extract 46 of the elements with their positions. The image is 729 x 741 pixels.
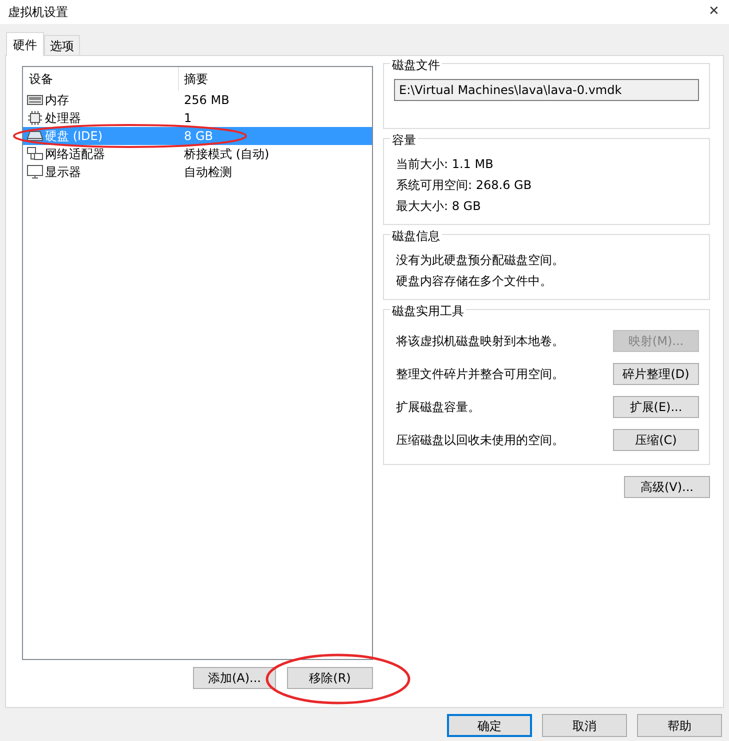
- chip-icon: [27, 111, 43, 125]
- utility-description: 压缩磁盘以回收未使用的空间。: [396, 432, 564, 448]
- close-button[interactable]: ✕: [699, 1, 729, 23]
- ok-button[interactable]: 确定: [447, 714, 532, 737]
- utility-button[interactable]: 扩展(E)...: [613, 396, 699, 418]
- info-text: 没有为此硬盘预分配磁盘空间。: [395, 252, 565, 268]
- window-title: 虚拟机设置: [8, 4, 68, 21]
- capacity-text: 当前大小: 1.1 MB: [395, 156, 494, 172]
- advanced-button[interactable]: 高级(V)...: [624, 476, 710, 498]
- info-text: 硬盘内容存储在多个文件中。: [395, 272, 553, 290]
- group-title: 磁盘文件: [390, 56, 442, 74]
- device-row[interactable]: 处理器 1: [23, 109, 372, 127]
- utility-description: 整理文件碎片并整合可用空间。: [396, 366, 564, 382]
- device-row[interactable]: 显示器 自动检测: [23, 163, 372, 181]
- utility-button[interactable]: 压缩(C): [613, 428, 699, 450]
- device-name: 处理器: [45, 110, 81, 127]
- device-row[interactable]: 网络适配器 桥接模式 (自动): [23, 145, 372, 163]
- monitor-icon: [27, 165, 43, 179]
- network-icon: [27, 147, 43, 161]
- device-name: 显示器: [45, 164, 81, 181]
- group-title: 磁盘信息: [390, 227, 442, 245]
- device-summary: 自动检测: [183, 164, 232, 181]
- group-title: 磁盘实用工具: [390, 302, 466, 320]
- utility-description: 将该虚拟机磁盘映射到本地卷。: [396, 332, 564, 350]
- device-name: 网络适配器: [45, 146, 105, 163]
- device-summary: 桥接模式 (自动): [183, 146, 270, 163]
- device-summary: 8 GB: [183, 128, 213, 145]
- cancel-button[interactable]: 取消: [542, 714, 627, 737]
- capacity-text: 最大大小: 8 GB: [395, 198, 482, 214]
- column-header[interactable]: 摘要: [179, 70, 208, 88]
- utility-button[interactable]: 碎片整理(D): [613, 362, 699, 384]
- column-header[interactable]: 设备: [23, 67, 179, 91]
- utility-description: 扩展磁盘容量。: [396, 398, 480, 416]
- device-summary: 256 MB: [183, 92, 230, 109]
- tab[interactable]: 选项: [44, 35, 80, 55]
- tab[interactable]: 硬件: [6, 32, 44, 56]
- file-path-field[interactable]: E:\Virtual Machines\lava\lava-0.vmdk: [394, 79, 699, 101]
- help-button[interactable]: 帮助: [637, 714, 722, 737]
- capacity-text: 系统可用空间: 268.6 GB: [395, 176, 533, 194]
- device-name: 内存: [45, 92, 69, 109]
- remove-button[interactable]: 移除(R): [287, 667, 373, 689]
- memory-icon: [27, 94, 43, 106]
- add-button[interactable]: 添加(A)...: [193, 667, 276, 689]
- device-name: 硬盘 (IDE): [45, 128, 103, 145]
- device-row[interactable]: 内存 256 MB: [23, 91, 372, 109]
- device-summary: 1: [183, 110, 192, 127]
